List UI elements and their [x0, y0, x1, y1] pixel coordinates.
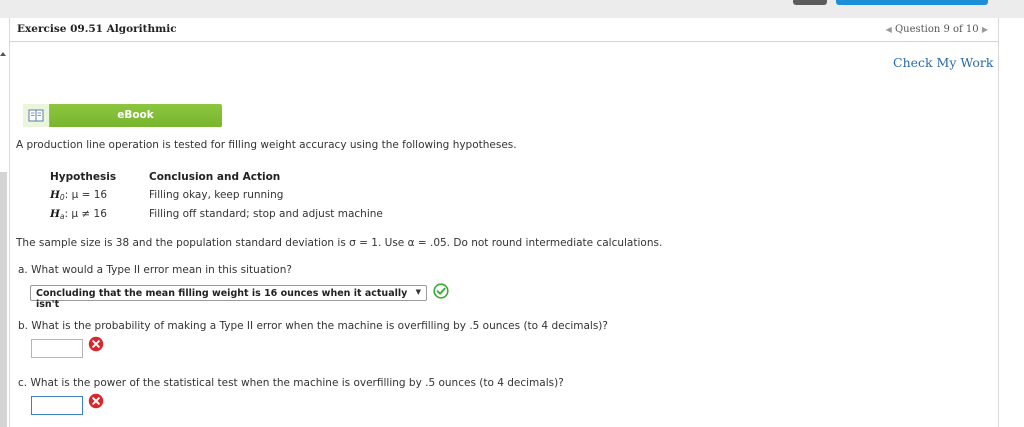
question-nav-label[interactable]: Question 9 of 10: [895, 24, 979, 35]
question-a-text: a. What would a Type II error mean in th…: [18, 264, 292, 276]
hypothesis-null: H0: μ = 16: [50, 189, 107, 202]
prev-question-icon[interactable]: ◀: [886, 25, 892, 34]
sample-size-text: The sample size is 38 and the population…: [16, 237, 663, 249]
hypothesis-alt-symbol: H: [50, 208, 60, 220]
hypothesis-alt-expression: : μ ≠ 16: [64, 208, 107, 220]
type-two-error-select[interactable]: Concluding that the mean filling weight …: [30, 285, 427, 310]
correct-check-icon: [433, 283, 449, 299]
ebook-button[interactable]: eBook: [23, 104, 222, 127]
incorrect-x-icon: [88, 393, 104, 409]
exercise-title: Exercise 09.51 Algorithmic: [17, 23, 177, 35]
hypothesis-alternative: Ha: μ ≠ 16: [50, 208, 107, 221]
question-b-text: b. What is the probability of making a T…: [18, 320, 608, 332]
left-scrollbar[interactable]: [0, 172, 7, 427]
ebook-label[interactable]: eBook: [49, 109, 222, 121]
incorrect-x-icon: [88, 336, 104, 352]
hypothesis-null-expression: : μ = 16: [64, 189, 108, 201]
chevron-down-icon[interactable]: ▼: [416, 288, 421, 296]
top-toolbar: [0, 0, 1024, 18]
exercise-header: Exercise 09.51 Algorithmic ◀ Question 9 …: [10, 18, 998, 42]
problem-intro: A production line operation is tested fo…: [16, 139, 517, 151]
conclusion-null: Filling okay, keep running: [149, 189, 284, 201]
test-power-input[interactable]: [31, 396, 83, 415]
question-navigator[interactable]: ◀ Question 9 of 10 ▶: [886, 24, 988, 35]
frame-border-right: [998, 18, 999, 427]
hypothesis-null-symbol: H: [50, 189, 60, 201]
frame-border-left: [9, 18, 10, 427]
question-c-text: c. What is the power of the statistical …: [18, 377, 564, 389]
check-my-work-link[interactable]: Check My Work: [893, 55, 993, 70]
type-two-error-selected[interactable]: Concluding that the mean filling weight …: [36, 288, 426, 310]
top-toolbar-gray-button[interactable]: [793, 0, 827, 5]
table-header-hypothesis: Hypothesis: [50, 171, 117, 183]
type-two-probability-input[interactable]: [31, 339, 83, 358]
book-icon: [28, 109, 44, 122]
top-toolbar-blue-button[interactable]: [836, 0, 988, 5]
next-question-icon[interactable]: ▶: [982, 25, 988, 34]
collapse-arrow-icon[interactable]: [0, 52, 6, 56]
conclusion-alternative: Filling off standard; stop and adjust ma…: [149, 208, 383, 220]
table-header-conclusion: Conclusion and Action: [149, 171, 281, 183]
ebook-icon-box: [23, 104, 50, 127]
